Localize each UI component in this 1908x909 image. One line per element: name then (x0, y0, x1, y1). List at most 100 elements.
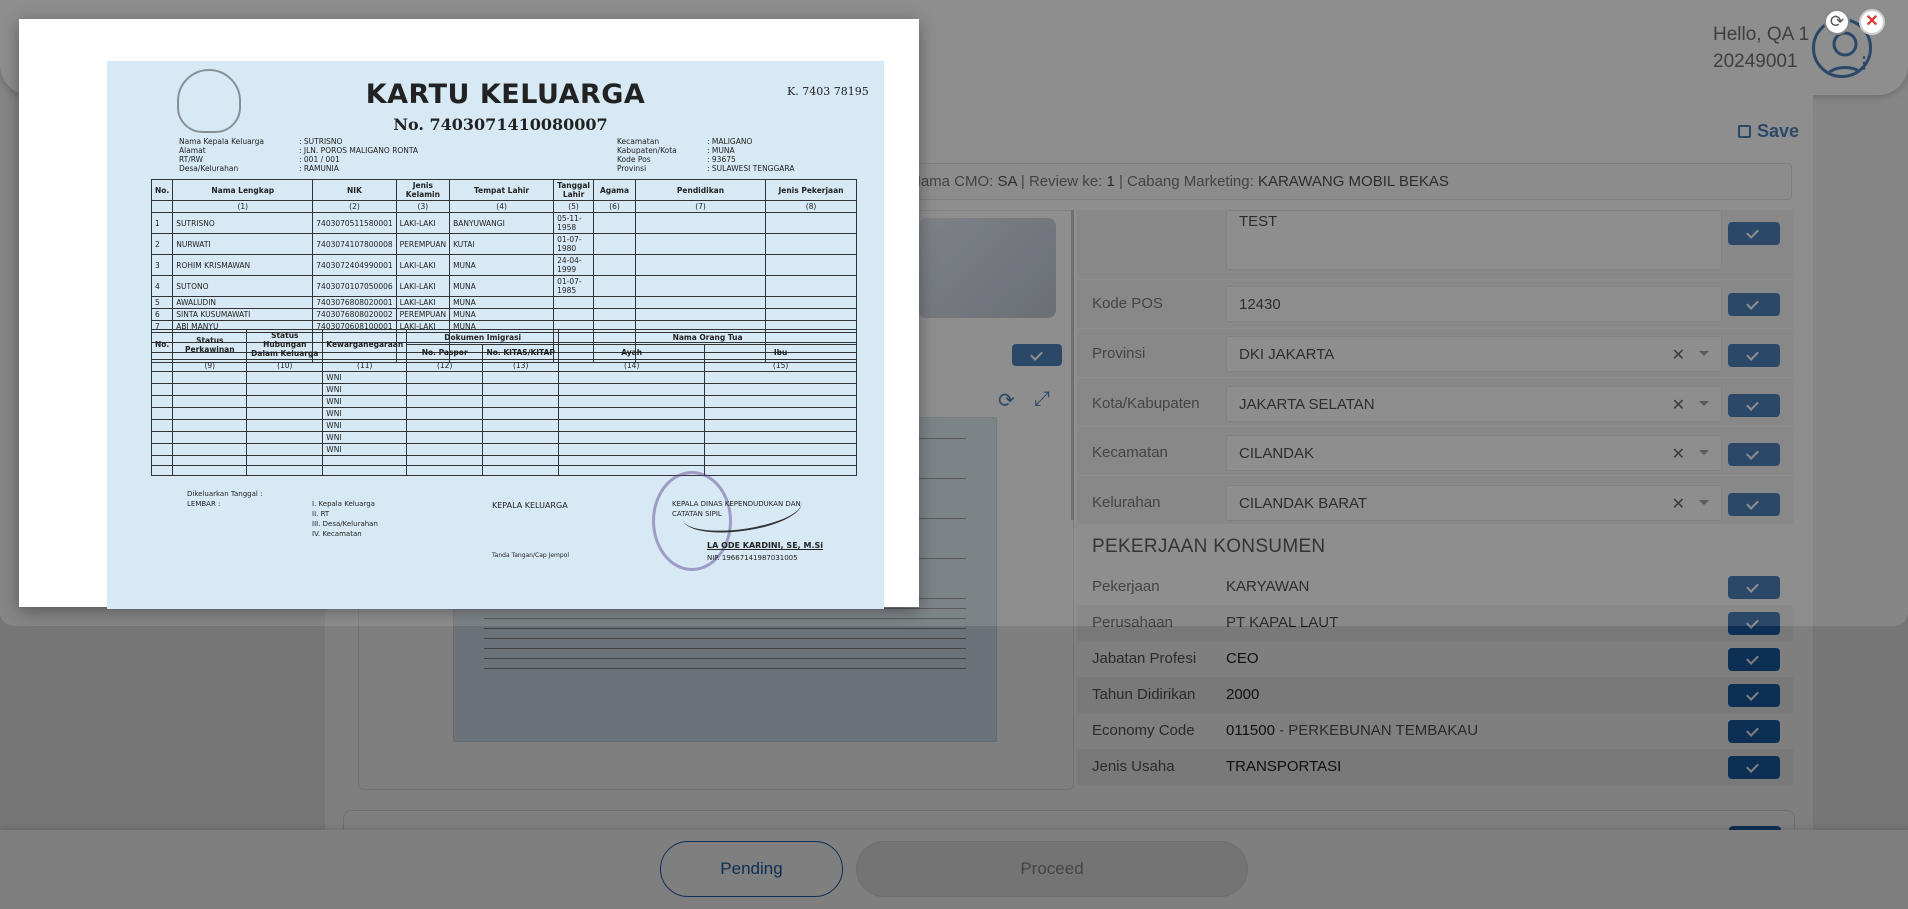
cell: 01-07-1985 (553, 275, 594, 297)
issued-label: Dikeluarkan Tanggal : (187, 490, 263, 498)
meta-label: Provinsi (617, 164, 647, 173)
cell: LAKI-LAKI (395, 212, 451, 234)
table-code-row: (1) (2) (3) (4) (5) (6) (7) (8) (150, 200, 857, 213)
cell: 3 (150, 254, 174, 276)
official-nip: NIP. 19667141987031005 (707, 554, 798, 562)
table-code-row: (9) (10) (11) (12) (13) (14) (15) (150, 359, 857, 372)
ttd-label: Tanda Tangan/Cap Jempol (492, 552, 570, 559)
table-header: Pendidikan (635, 179, 766, 201)
cell: NURWATI (172, 233, 314, 255)
cell: 24-04-1999 (553, 254, 594, 276)
cell: LAKI-LAKI (395, 254, 451, 276)
cell: 7403076808020002 (312, 308, 397, 321)
table-header-row: No. Nama Lengkap NIK Jenis Kelamin Tempa… (150, 179, 857, 201)
table-row: WNI (150, 431, 857, 444)
cell: MUNA (449, 254, 555, 276)
cell: PEREMPUAN (395, 308, 451, 321)
meta-label: Kecamatan (617, 137, 660, 146)
lembar-item: IV. Kecamatan (312, 530, 362, 538)
cell: PEREMPUAN (395, 233, 451, 255)
cell: 01-07-1980 (553, 233, 594, 255)
table-row: WNI (150, 383, 857, 396)
table-row: 4 SUTONO 7403070107050006 LAKI-LAKI MUNA 01-0… (150, 275, 857, 297)
cell: SUTRISNO (172, 212, 314, 234)
cell: MUNA (449, 296, 555, 309)
cell (553, 308, 594, 321)
cell: 7403072404990001 (312, 254, 397, 276)
cell: MUNA (449, 308, 555, 321)
table-header: NIK (312, 179, 397, 201)
cell: 05-11-1958 (553, 212, 594, 234)
meta-value: : JLN. POROS MALIGANO RONTA (299, 146, 419, 155)
cell: BANYUWANGI (449, 212, 555, 234)
cell: WNI (322, 431, 408, 444)
cell: SINTA KUSUMAWATI (172, 308, 314, 321)
cell: WNI (322, 371, 408, 384)
cell: LAKI-LAKI (395, 275, 451, 297)
cell: KUTAI (449, 233, 555, 255)
table-row: 1 SUTRISNO 7403070511580001 LAKI-LAKI BANYUW… (150, 212, 857, 234)
close-icon[interactable]: ✕ (1859, 9, 1885, 35)
kk-status-table: No. Status Perkawinan Status Hubungan Da… (150, 329, 857, 476)
table-code: (14) (558, 359, 706, 372)
cell: AWALUDIN (172, 296, 314, 309)
table-code: (8) (765, 200, 857, 213)
table-header: Ayah (558, 344, 706, 360)
lembar-item: II. RT (312, 510, 330, 518)
meta-value: : SULAWESI TENGGARA (707, 164, 795, 173)
table-code: (11) (322, 359, 408, 372)
lembar-item: I. Kepala Keluarga (312, 500, 375, 508)
cell: WNI (322, 407, 408, 420)
table-header: Nama Lengkap (172, 179, 314, 201)
cell: 4 (150, 275, 174, 297)
table-group-header: Dokumen Imigrasi (406, 329, 560, 345)
table-row (150, 465, 857, 476)
table-header: No. KITAS/KITAP (482, 344, 560, 360)
cell: 2 (150, 233, 174, 255)
meta-label: Nama Kepala Keluarga (179, 137, 264, 146)
table-header: Jenis Pekerjaan (765, 179, 857, 201)
table-header-row: No. Status Perkawinan Status Hubungan Da… (150, 329, 857, 360)
table-header: Tanggal Lahir (553, 179, 594, 201)
app-root: Hello, QA 1 20249001 ⋮ Save Nama CMO: SA… (0, 0, 1908, 909)
table-header: Tempat Lahir (449, 179, 555, 201)
meta-value: : RAMUNIA (299, 164, 339, 173)
table-row: WNI (150, 407, 857, 420)
cell: WNI (322, 395, 408, 408)
official-name: LA ODE KARDINI, SE, M.Si (707, 541, 823, 550)
table-code: (12) (406, 359, 484, 372)
table-header: Kewarganegaraan (322, 329, 408, 360)
cell: WNI (322, 443, 408, 456)
table-code: (3) (395, 200, 451, 213)
table-row: 3 ROHIM KRISMAWAN 7403072404990001 LAKI-LAK… (150, 254, 857, 276)
table-row: WNI (150, 371, 857, 384)
table-row: WNI (150, 443, 857, 456)
cell: WNI (322, 419, 408, 432)
kk-meta-right: Kecamatan: MALIGANO Kabupaten/Kota: MUNA… (617, 137, 794, 173)
refresh-icon[interactable]: ⟳ (1824, 9, 1850, 35)
cell (553, 296, 594, 309)
meta-value: : SUTRISNO (299, 137, 343, 146)
table-code: (15) (704, 359, 857, 372)
cell: ROHIM KRISMAWAN (172, 254, 314, 276)
cell: 5 (150, 296, 174, 309)
meta-value: : 001 / 001 (299, 155, 340, 164)
table-code (150, 359, 174, 372)
table-group-header: Nama Orang Tua (558, 329, 857, 345)
table-header: No. (150, 179, 174, 201)
kk-issued-block: Dikeluarkan Tanggal : LEMBAR : (187, 489, 262, 509)
kk-lembar-list: I. Kepala Keluarga II. RT III. Desa/Kelu… (312, 499, 378, 539)
table-code: (7) (635, 200, 766, 213)
table-header: Agama (593, 179, 636, 201)
table-code: (9) (172, 359, 248, 372)
table-code: (6) (593, 200, 636, 213)
lembar-item: III. Desa/Kelurahan (312, 520, 378, 528)
meta-label: Kabupaten/Kota (617, 146, 677, 155)
meta-value: : 93675 (707, 155, 736, 164)
table-header: Ibu (704, 344, 857, 360)
cell: WNI (322, 383, 408, 396)
cell: 7403070107050006 (312, 275, 397, 297)
table-header: No. (150, 329, 174, 360)
table-header: Status Perkawinan (172, 329, 248, 360)
table-row: 6 SINTA KUSUMAWATI 7403076808020002 PEREMPU… (150, 308, 857, 321)
